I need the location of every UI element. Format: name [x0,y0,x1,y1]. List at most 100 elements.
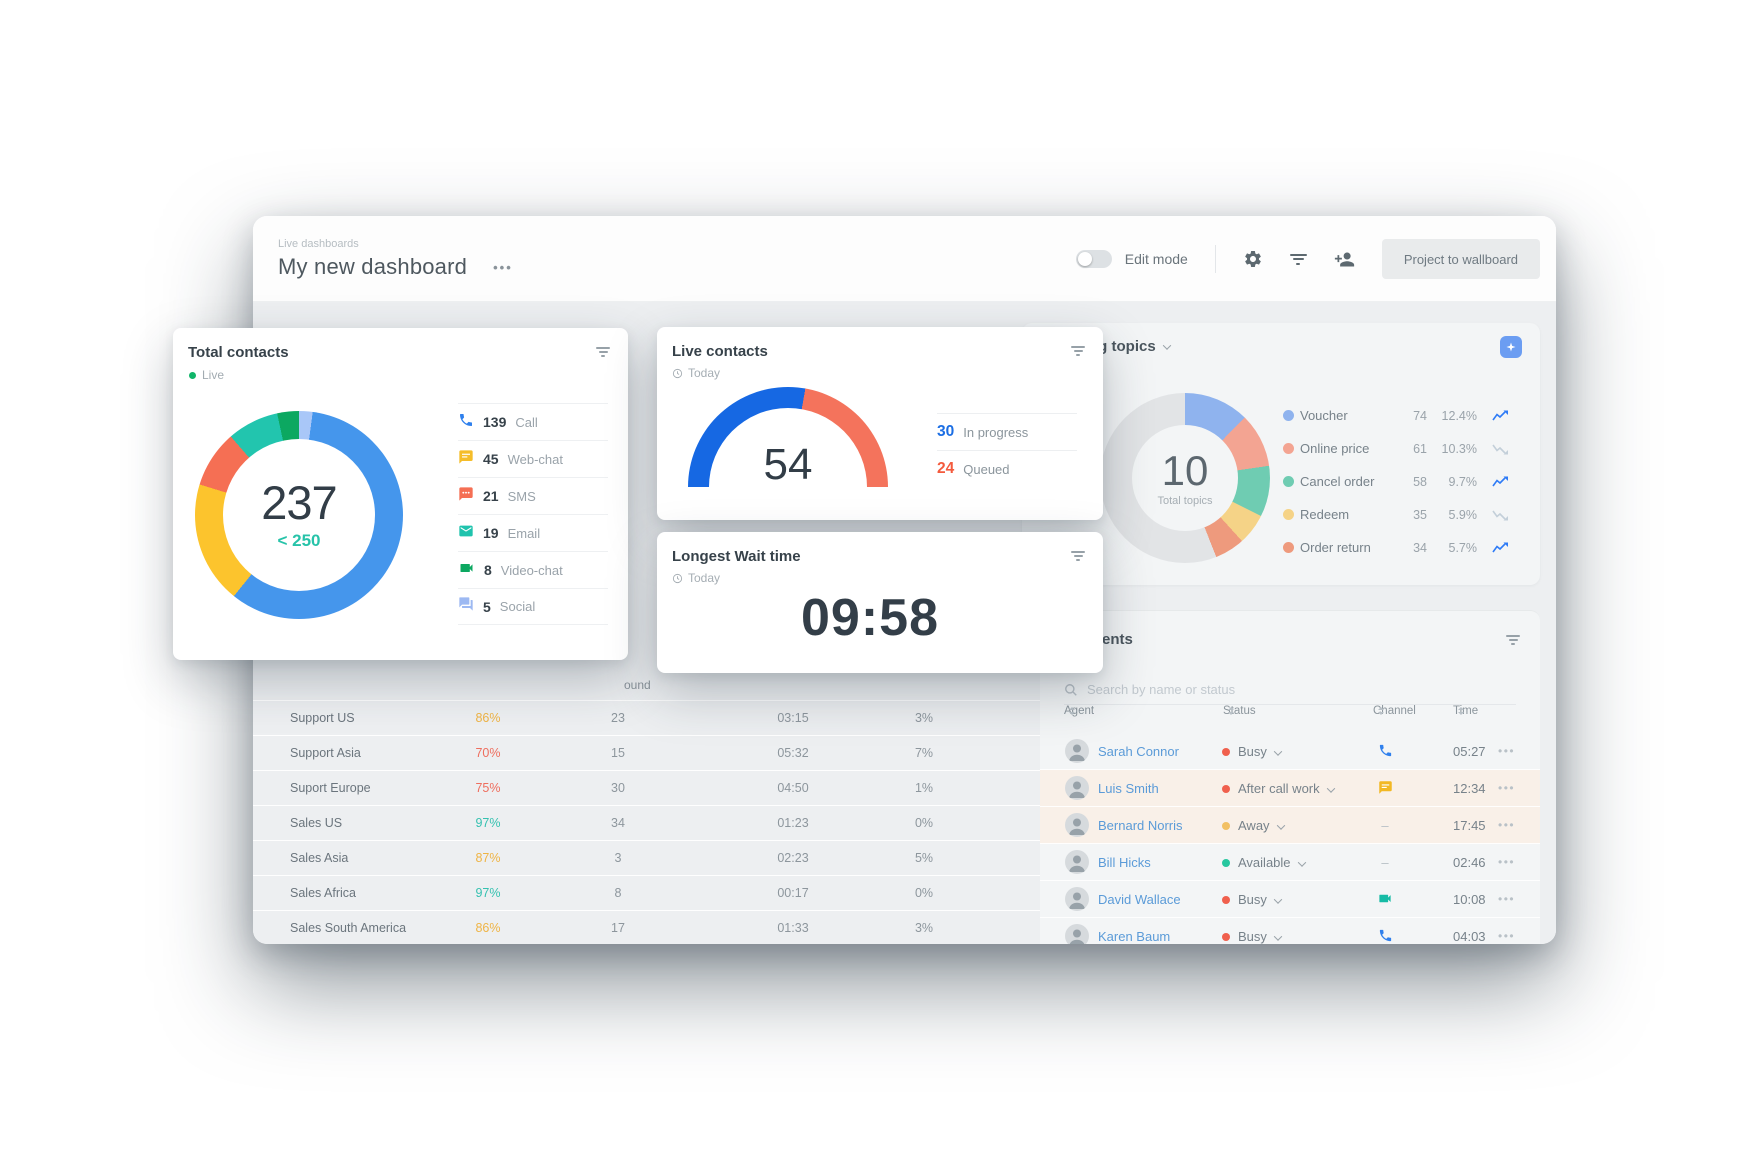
trend-up-icon [1492,409,1508,427]
edit-mode-toggle[interactable] [1076,250,1112,268]
table-row[interactable]: Sales South America 86% 17 01:33 3% [253,910,1063,944]
more-icon[interactable]: ••• [1498,818,1515,832]
table-row[interactable]: David Wallace Busy 10:08 ••• [1040,881,1540,918]
agent-name-link[interactable]: Bill Hicks [1098,855,1151,870]
list-item[interactable]: 139 Call [458,403,608,440]
legend-label: Web-chat [508,452,563,467]
live-contacts-value: 54 [688,443,888,487]
card-filter-icon[interactable] [1071,551,1085,561]
agent-status[interactable]: Away [1238,818,1284,833]
search-input[interactable] [1087,682,1387,697]
legend-value: 45 [483,451,499,467]
agent-status[interactable]: Busy [1238,892,1281,907]
project-to-wallboard-button[interactable]: Project to wallboard [1382,239,1540,279]
table-row[interactable]: Bernard Norris Away – 17:45 ••• [1040,807,1540,844]
legend-value: 8 [484,562,492,578]
status-dot [1222,859,1230,867]
legend-label: Video-chat [501,563,563,578]
avatar [1065,887,1089,911]
video-channel-icon [1373,891,1397,911]
table-row[interactable]: Support Asia 70% 15 05:32 7% [253,735,1063,770]
list-item[interactable]: 5 Social [458,588,608,625]
list-item[interactable]: Order return 34 5.7% [1282,531,1517,564]
title-more-icon[interactable]: ••• [493,260,513,275]
queue-count: 23 [588,711,648,725]
call-channel-icon [1373,928,1397,944]
agent-name-link[interactable]: Karen Baum [1098,929,1170,944]
avatar [1065,850,1089,874]
agent-name-link[interactable]: Bernard Norris [1098,818,1183,833]
queue-time: 05:32 [758,746,828,760]
topic-pct: 12.4% [1437,409,1477,423]
card-filter-icon[interactable] [596,347,610,357]
agents-panel: Agents Agent Status Channel Time Sarah C… [1040,610,1540,944]
avatar [1065,924,1089,944]
trending-topics-legend: Voucher 74 12.4% Online price 61 10.3% [1282,399,1517,564]
gear-icon[interactable] [1243,249,1263,269]
list-item[interactable]: Online price 61 10.3% [1282,432,1517,465]
card-filter-icon[interactable] [1071,346,1085,356]
queue-name: Sales South America [290,921,406,935]
video-chat-icon [458,560,475,581]
agent-status[interactable]: Available [1238,855,1305,870]
agent-status[interactable]: Busy [1238,744,1281,759]
agent-name-link[interactable]: David Wallace [1098,892,1181,907]
more-icon[interactable]: ••• [1498,744,1515,758]
topic-pct: 10.3% [1437,442,1477,456]
queue-count: 15 [588,746,648,760]
agents-filter-icon[interactable] [1506,635,1520,645]
agent-status[interactable]: Busy [1238,929,1281,944]
list-item[interactable]: 45 Web-chat [458,440,608,477]
list-item[interactable]: Voucher 74 12.4% [1282,399,1517,432]
agent-time: 02:46 [1453,855,1486,870]
list-item[interactable]: 19 Email [458,514,608,551]
more-icon[interactable]: ••• [1498,892,1515,906]
add-user-icon[interactable] [1334,249,1355,270]
topic-dot [1283,476,1294,487]
table-row[interactable]: Suport Europe 75% 30 04:50 1% [253,770,1063,805]
longest-wait-value: 09:58 [657,588,1083,648]
live-contacts-card: Live contacts Today 54 30 In progress 24… [657,327,1103,520]
agent-name-link[interactable]: Luis Smith [1098,781,1159,796]
list-item[interactable]: 21 SMS [458,477,608,514]
queue-sla: 97% [458,886,518,900]
agent-status[interactable]: After call work [1238,781,1334,796]
table-row[interactable]: Bill Hicks Available – 02:46 ••• [1040,844,1540,881]
list-item[interactable]: Redeem 35 5.9% [1282,498,1517,531]
list-item[interactable]: Cancel order 58 9.7% [1282,465,1517,498]
longest-wait-subtitle: Today [688,571,720,585]
queue-name: Support Asia [290,746,361,760]
queue-sla: 86% [458,921,518,935]
sms-icon [458,486,474,507]
trend-down-icon [1492,508,1508,526]
topic-name: Online price [1300,441,1369,456]
filter-icon[interactable] [1290,254,1307,265]
ai-sparkle-icon[interactable] [1500,336,1522,358]
agent-name-link[interactable]: Sarah Connor [1098,744,1179,759]
topic-name: Cancel order [1300,474,1374,489]
legend-label: SMS [508,489,536,504]
live-label: Live [202,368,224,382]
breadcrumb[interactable]: Live dashboards [278,238,359,250]
queue-time: 01:23 [758,816,828,830]
topic-name: Voucher [1300,408,1348,423]
topic-dot [1283,542,1294,553]
topic-name: Order return [1300,540,1371,555]
table-row[interactable]: Karen Baum Busy 04:03 ••• [1040,918,1540,944]
table-row[interactable]: Sales Asia 87% 3 02:23 5% [253,840,1063,875]
table-row[interactable]: Luis Smith After call work 12:34 ••• [1040,770,1540,807]
status-dot [1222,785,1230,793]
more-icon[interactable]: ••• [1498,929,1515,943]
table-row[interactable]: Sales Africa 97% 8 00:17 0% [253,875,1063,910]
screenshot-stage: Live dashboards My new dashboard ••• Edi… [0,0,1740,1160]
table-row[interactable]: Sarah Connor Busy 05:27 ••• [1040,733,1540,770]
legend-label: Email [508,526,541,541]
list-item[interactable]: 8 Video-chat [458,551,608,588]
more-icon[interactable]: ••• [1498,781,1515,795]
table-row[interactable]: Support US 86% 23 03:15 3% [253,700,1063,735]
table-row[interactable]: Sales US 97% 34 01:23 0% [253,805,1063,840]
queue-count: 3 [588,851,648,865]
queue-count: 30 [588,781,648,795]
page-title: My new dashboard [278,254,467,280]
more-icon[interactable]: ••• [1498,855,1515,869]
